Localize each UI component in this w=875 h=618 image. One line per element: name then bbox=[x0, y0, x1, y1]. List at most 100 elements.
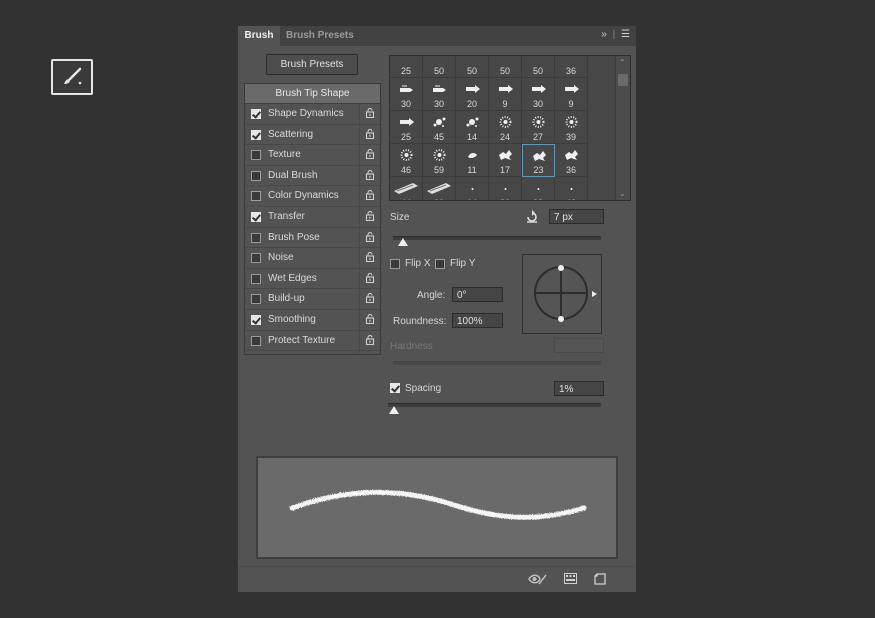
lock-icon[interactable] bbox=[365, 293, 375, 304]
angle-roundness-widget[interactable] bbox=[522, 254, 602, 334]
brush-tip-cell[interactable]: 30 bbox=[390, 78, 423, 111]
brush-tip-glyph-icon bbox=[433, 149, 446, 161]
scroll-up-icon[interactable]: ⌃ bbox=[619, 58, 626, 67]
brush-tip-cell[interactable]: 45 bbox=[423, 111, 456, 144]
brush-tip-size: 24 bbox=[499, 132, 510, 142]
brush-tip-cell[interactable]: 50 bbox=[489, 56, 522, 78]
brush-panel-settings-icon[interactable] bbox=[564, 573, 577, 584]
brush-tip-cell[interactable]: 9 bbox=[555, 78, 588, 111]
brush-panel: Brush Brush Presets » | ☰ Brush Presets … bbox=[238, 26, 636, 592]
brush-tip-glyph-icon bbox=[499, 116, 512, 128]
brush-tip-cell[interactable]: 59 bbox=[423, 144, 456, 177]
brush-tip-glyph-icon bbox=[400, 118, 414, 126]
brush-tip-size: 30 bbox=[433, 99, 444, 109]
hardness-label: Hardness bbox=[390, 341, 433, 352]
lock-icon[interactable] bbox=[365, 231, 375, 242]
brush-tip-cell[interactable]: 36 bbox=[555, 144, 588, 177]
brush-tip-cell[interactable]: 11 bbox=[456, 144, 489, 177]
brush-tip-glyph-icon bbox=[533, 151, 546, 161]
option-label: Shape Dynamics bbox=[268, 108, 344, 119]
brush-tip-size: 50 bbox=[532, 66, 543, 76]
size-slider-track[interactable] bbox=[393, 236, 601, 240]
brush-tip-cell[interactable]: 60 bbox=[423, 177, 456, 200]
brush-tip-cell[interactable]: 20 bbox=[456, 78, 489, 111]
option-checkbox[interactable] bbox=[251, 109, 261, 119]
brush-tip-cell[interactable]: 27 bbox=[522, 111, 555, 144]
option-checkbox[interactable] bbox=[251, 314, 261, 325]
brush-tip-cell[interactable]: 14 bbox=[456, 111, 489, 144]
brush-tip-cell[interactable]: 44 bbox=[390, 177, 423, 200]
brush-tip-glyph-icon bbox=[570, 188, 573, 190]
lock-icon[interactable] bbox=[365, 108, 375, 118]
flip-x-checkbox[interactable] bbox=[390, 259, 400, 269]
reset-size-icon[interactable] bbox=[525, 210, 539, 224]
brush-tool-button[interactable] bbox=[51, 59, 93, 95]
brush-tip-cell[interactable]: 30 bbox=[423, 78, 456, 111]
size-slider-thumb[interactable] bbox=[398, 238, 409, 246]
brush-tip-glyph-icon bbox=[433, 85, 446, 92]
brush-tip-cell[interactable]: 24 bbox=[489, 111, 522, 144]
size-field[interactable]: 7 px bbox=[549, 209, 604, 224]
scroll-thumb[interactable] bbox=[618, 74, 628, 86]
lock-icon[interactable] bbox=[365, 313, 375, 324]
panel-menu-icon[interactable]: ☰ bbox=[621, 29, 630, 40]
lock-icon[interactable] bbox=[365, 190, 375, 201]
spacing-checkbox[interactable] bbox=[390, 383, 400, 393]
flip-y-checkbox[interactable] bbox=[435, 259, 445, 269]
lock-icon[interactable] bbox=[365, 210, 375, 221]
brush-tip-cell[interactable]: 39 bbox=[555, 111, 588, 144]
angle-field[interactable]: 0° bbox=[452, 287, 503, 302]
option-checkbox[interactable] bbox=[251, 232, 261, 243]
flip-x-label: Flip X bbox=[405, 258, 431, 269]
spacing-field[interactable]: 1% bbox=[554, 381, 604, 396]
brush-tip-cell[interactable]: 50 bbox=[423, 56, 456, 78]
brush-tip-cell[interactable]: 25 bbox=[390, 111, 423, 144]
brush-presets-button[interactable]: Brush Presets bbox=[266, 54, 358, 75]
lock-icon[interactable] bbox=[365, 272, 375, 283]
option-checkbox[interactable] bbox=[251, 191, 261, 202]
brush-tip-cell[interactable]: 26 bbox=[489, 177, 522, 200]
panel-tabbar: Brush Brush Presets » | ☰ bbox=[238, 26, 636, 46]
hardness-slider-track bbox=[393, 361, 601, 365]
option-checkbox[interactable] bbox=[251, 211, 261, 222]
tab-brush[interactable]: Brush bbox=[238, 26, 280, 46]
option-checkbox[interactable] bbox=[251, 335, 261, 346]
roundness-field[interactable]: 100% bbox=[452, 313, 503, 328]
new-brush-preset-icon[interactable] bbox=[594, 573, 606, 585]
brush-tip-glyph-icon bbox=[499, 85, 513, 93]
lock-icon[interactable] bbox=[365, 149, 375, 160]
spacing-slider-track[interactable] bbox=[388, 403, 601, 407]
option-checkbox[interactable] bbox=[251, 253, 261, 264]
brush-tip-cell[interactable]: 42 bbox=[555, 177, 588, 200]
option-checkbox[interactable] bbox=[251, 150, 261, 161]
spacing-slider-thumb[interactable] bbox=[389, 406, 400, 414]
brush-tip-cell[interactable]: 50 bbox=[522, 56, 555, 78]
option-checkbox[interactable] bbox=[251, 129, 261, 140]
scroll-down-icon[interactable]: ⌄ bbox=[619, 189, 626, 198]
brush-tip-cell[interactable]: 50 bbox=[456, 56, 489, 78]
option-checkbox[interactable] bbox=[251, 294, 261, 305]
brush-tip-cell[interactable]: 30 bbox=[522, 78, 555, 111]
brush-tip-cell-selected[interactable]: 23 bbox=[522, 144, 555, 177]
brush-tip-cell[interactable]: 33 bbox=[522, 177, 555, 200]
tab-brush-presets[interactable]: Brush Presets bbox=[286, 26, 354, 46]
brush-tip-size: 30 bbox=[532, 99, 543, 109]
double-chevron-icon[interactable]: » bbox=[601, 29, 607, 40]
option-checkbox[interactable] bbox=[251, 273, 261, 284]
brush-tip-size: 50 bbox=[433, 66, 444, 76]
brush-tip-cell[interactable]: 9 bbox=[489, 78, 522, 111]
toggle-preview-icon[interactable] bbox=[528, 573, 548, 585]
lock-icon[interactable] bbox=[365, 128, 375, 139]
lock-icon[interactable] bbox=[365, 252, 375, 263]
brush-tip-cell[interactable]: 25 bbox=[390, 56, 423, 78]
lock-icon[interactable] bbox=[365, 169, 375, 180]
brush-tip-cell[interactable]: 46 bbox=[390, 144, 423, 177]
brush-tip-cell[interactable]: 14 bbox=[456, 177, 489, 200]
brush-tip-cell[interactable]: 17 bbox=[489, 144, 522, 177]
brush-tip-glyph-icon bbox=[504, 188, 507, 190]
option-checkbox[interactable] bbox=[251, 170, 261, 181]
lock-icon[interactable] bbox=[365, 334, 375, 345]
grid-scrollbar[interactable]: ⌃ ⌄ bbox=[615, 56, 630, 200]
option-brush-tip-shape[interactable]: Brush Tip Shape bbox=[245, 84, 380, 104]
brush-tip-cell[interactable]: 36 bbox=[555, 56, 588, 78]
